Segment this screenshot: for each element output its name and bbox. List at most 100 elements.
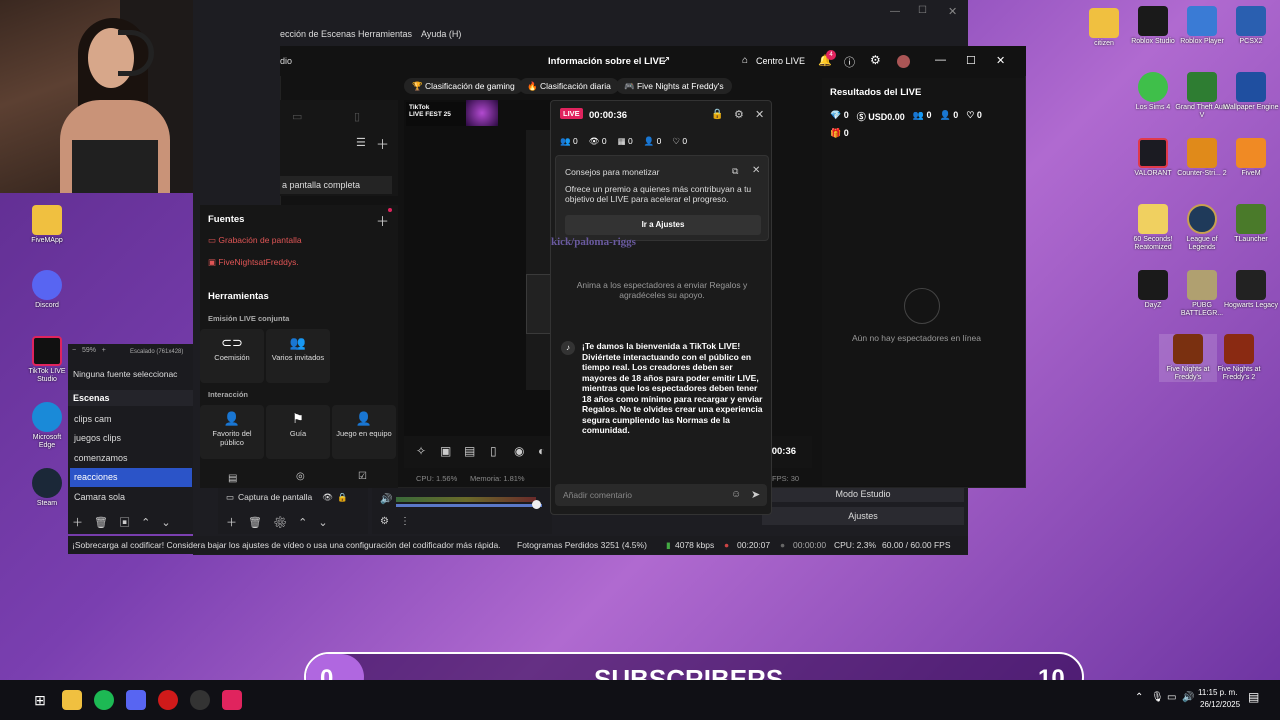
scene-item-selected[interactable]: reacciones [70,468,192,487]
tool-multi-guest[interactable]: 👥 Varios invitados [266,329,330,383]
screenshot-icon[interactable]: ▣ [440,444,451,458]
scene-item[interactable]: Camara sola [70,488,192,507]
file-explorer-icon[interactable] [62,690,82,710]
obs-icon[interactable] [190,690,210,710]
magic-icon[interactable]: ✧ [416,444,426,458]
desktop-icon-tiktok-live-studio[interactable]: TikTok LIVE Studio [24,336,70,384]
discord-icon[interactable] [126,690,146,710]
source-fnaf[interactable]: ▣ FiveNightsatFreddys. [208,257,299,268]
home-icon[interactable]: ⌂ [742,55,748,66]
studio-mode-button[interactable]: Modo Estudio [762,486,964,502]
scene-toolbar[interactable]: ＋ 🗑 ▣ ⌃ ⌄ [72,514,171,530]
pill-fnaf[interactable]: 🎮 Five Nights at Freddy's [616,78,732,94]
fullscreen-capture-item[interactable]: a pantalla completa [280,176,392,194]
desktop-icon[interactable]: FiveM [1222,138,1280,178]
menu-scene-collection[interactable]: ección de Escenas [280,29,356,39]
tiktok-icon: ♪ [561,341,575,355]
avatar[interactable] [897,55,910,68]
lock-icon[interactable]: 🔒 [711,109,723,120]
emoji-icon[interactable]: ☺ [731,489,741,500]
desktop-icon[interactable]: Wallpaper Engine [1222,72,1280,112]
gear-icon[interactable]: ⚙ [380,516,389,527]
source-toolbar[interactable]: ＋ 🗑 ⚙ ⌃ ⌄ [226,514,328,530]
notification-center-icon[interactable]: ▤ [1248,690,1259,704]
tray-network-icon[interactable]: ▭ [1167,692,1176,703]
eye-icon[interactable]: 👁 [322,492,333,503]
desktop-icon-steam[interactable]: Steam [24,468,70,508]
tray-volume-icon[interactable]: 🔊 [1182,692,1194,703]
add-icon[interactable]: ＋ [376,134,389,153]
tray-mic-icon[interactable]: 🎙 [1151,692,1164,703]
close-icon[interactable]: ✕ [755,108,764,121]
record-icon[interactable]: ◉ [514,444,524,458]
add-source-icon[interactable]: ＋ [376,211,389,230]
tiktok-live-icon[interactable] [222,690,242,710]
share-icon[interactable]: ↗ [662,55,670,66]
desktop-icon-selected[interactable]: Five Nights at Freddy's [1159,334,1217,382]
minimize-icon[interactable]: — [890,6,900,17]
gear-icon[interactable]: ⚙ [870,53,881,67]
desktop-icon-edge[interactable]: Microsoft Edge [24,402,70,450]
desktop-icon-fivemapp[interactable]: FiveMApp [24,205,70,245]
obs-title-partial: dio [280,56,293,66]
portrait-icon[interactable]: ▯ [354,110,360,123]
close-icon[interactable]: ✕ [996,54,1005,67]
desktop-icon[interactable]: Hogwarts Legacy [1222,270,1280,310]
desktop-icon[interactable]: TLauncher [1222,204,1280,244]
tool-audience-favorite[interactable]: 👤 Favorito del público [200,405,264,459]
expand-icon[interactable]: ⧉ [732,166,738,177]
spotify-icon[interactable] [94,690,114,710]
roblox-icon [1187,6,1217,36]
tool-icon-partial[interactable]: ◎ [296,471,305,482]
landscape-icon[interactable]: ▭ [292,110,302,123]
centro-live-button[interactable]: Centro LIVE [756,56,805,66]
gear-icon[interactable]: ⚙ [734,108,744,121]
views-stat: 👁 0 [588,136,607,146]
tool-cohost[interactable]: ⊂⊃ Coemisión [200,329,264,383]
pill-daily-ranking[interactable]: 🔥 Clasificación diaria [519,78,619,94]
pill-gaming-ranking[interactable]: 🏆 Clasificación de gaming [404,78,523,94]
close-icon[interactable]: ✕ [948,5,957,18]
windows-start-icon[interactable]: ⊞ [30,690,50,710]
more-icon[interactable]: ⋮ [400,516,410,527]
comment-input[interactable]: Añadir comentario ☺ ➤ [555,484,767,506]
opera-icon[interactable] [158,690,178,710]
close-tips-icon[interactable]: ✕ [752,165,760,176]
tool-team-game[interactable]: 👤 Juego en equipo [332,405,396,459]
lock-icon[interactable]: 🔒 [337,492,348,503]
scene-item[interactable]: comenzamos [70,449,192,468]
desktop-icon[interactable]: PCSX2 [1222,6,1280,46]
maximize-icon[interactable]: ☐ [918,5,927,16]
volume-slider-handle[interactable] [532,500,541,509]
signal-icon: ▮ [666,540,671,550]
menu-help[interactable]: Ayuda (H) [421,29,461,39]
taskbar-time[interactable]: 11:15 p. m. [1198,688,1237,697]
source-screen-recording[interactable]: ▭ Grabación de pantalla [208,235,302,246]
volume-slider[interactable] [396,504,542,507]
speaker-icon[interactable]: 🔊 [380,494,392,505]
zoom-controls[interactable]: − 59% + [72,347,106,354]
tool-icon-partial[interactable]: ☑ [358,471,367,482]
desktop-icon[interactable]: Five Nights at Freddy's 2 [1210,334,1268,382]
menu-tools[interactable]: Herramientas [358,29,412,39]
layout-icon[interactable]: ▤ [464,444,475,458]
list-icon[interactable]: ☰ [356,136,366,149]
desktop-icon-discord[interactable]: Discord [24,270,70,310]
phone-icon[interactable]: ▯ [490,444,497,458]
send-icon[interactable]: ➤ [751,488,760,501]
help-icon[interactable]: ⓘ [844,54,855,70]
settings-button[interactable]: Ajustes [762,507,964,525]
camera-icon[interactable]: ◐ [538,444,545,458]
tray-chevron-icon[interactable]: ⌃ [1135,692,1143,703]
minimize-icon[interactable]: — [935,54,946,66]
go-settings-button[interactable]: Ir a Ajustes [565,215,761,235]
tool-icon-partial[interactable]: ▤ [228,473,237,484]
taskbar-date[interactable]: 26/12/2025 [1200,700,1240,709]
roblox-studio-icon [1138,6,1168,36]
scene-item[interactable]: juegos clips [70,429,192,448]
maximize-icon[interactable]: ☐ [966,54,976,67]
scene-item[interactable]: clips cam [70,410,192,429]
source-row[interactable]: ▭ Captura de pantalla 👁 🔒 [226,492,348,503]
tool-guide[interactable]: ⚑ Guía [266,405,330,459]
sources-title: Fuentes [208,214,245,225]
